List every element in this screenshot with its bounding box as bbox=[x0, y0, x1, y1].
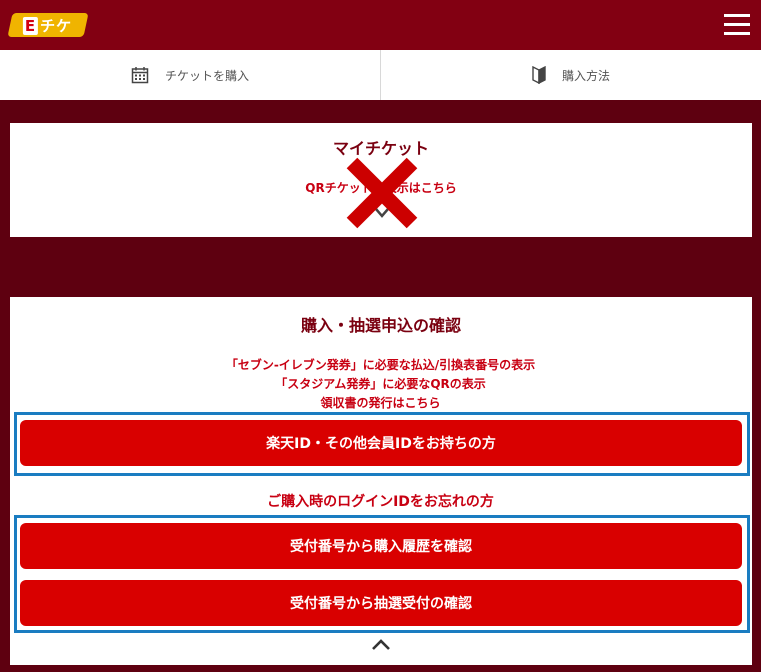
site-logo[interactable]: E チケ bbox=[7, 13, 89, 37]
tab-buy-ticket[interactable]: チケットを購入 bbox=[0, 50, 380, 100]
rakuten-id-button[interactable]: 楽天ID・その他会員IDをお持ちの方 bbox=[20, 420, 742, 466]
note-receipt: 領収書の発行はこちら bbox=[320, 396, 441, 410]
beginner-mark-icon bbox=[532, 66, 546, 84]
top-header: E チケ bbox=[0, 0, 761, 50]
tab-buy-ticket-label: チケットを購入 bbox=[164, 68, 249, 83]
forgot-login-text: ご購入時のログインIDをお忘れの方 bbox=[267, 494, 494, 510]
tab-how-to-buy[interactable]: 購入方法 bbox=[380, 50, 761, 100]
confirm-title: 購入・抽選申込の確認 bbox=[300, 316, 461, 335]
hamburger-icon[interactable] bbox=[724, 14, 750, 36]
nav-tabs: チケットを購入 購入方法 bbox=[0, 50, 761, 100]
tab-how-to-buy-label: 購入方法 bbox=[561, 68, 610, 83]
calendar-icon bbox=[131, 66, 149, 84]
confirm-notes: 「セブン-イレブン発券」に必要な払込/引換表番号の表示 「スタジアム発券」に必要… bbox=[0, 356, 761, 413]
note-stadium: 「スタジアム発券」に必要なQRの表示 bbox=[275, 377, 486, 391]
chevron-up-icon[interactable] bbox=[371, 638, 391, 652]
x-mark-icon bbox=[346, 157, 418, 229]
purchase-history-button[interactable]: 受付番号から購入履歴を確認 bbox=[20, 523, 742, 569]
note-seven-eleven: 「セブン-イレブン発券」に必要な払込/引換表番号の表示 bbox=[225, 358, 536, 372]
lottery-confirm-button[interactable]: 受付番号から抽選受付の確認 bbox=[20, 580, 742, 626]
